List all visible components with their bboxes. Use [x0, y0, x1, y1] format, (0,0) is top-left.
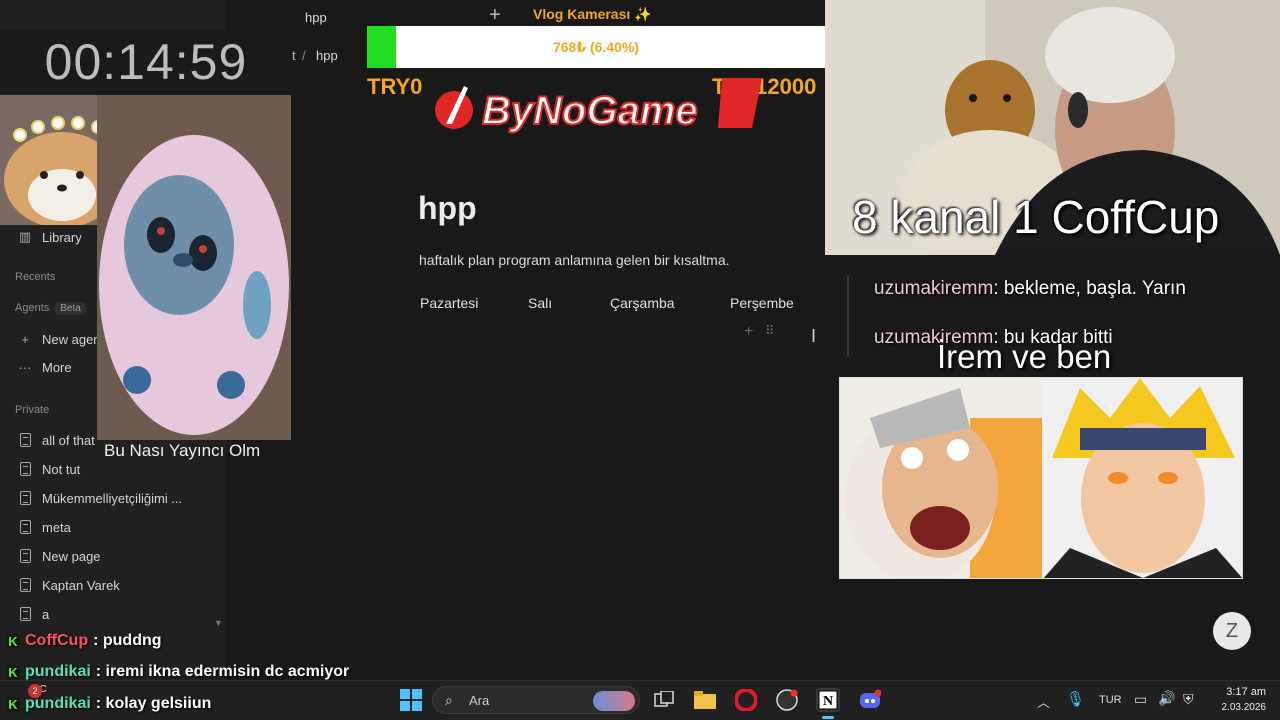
- page-icon: [18, 432, 32, 448]
- sidebar-item-label: More: [42, 359, 72, 375]
- scroll-down-icon[interactable]: ▼: [214, 618, 223, 628]
- sidebar-item-label: all of that: [42, 432, 95, 448]
- file-explorer-icon[interactable]: [693, 688, 717, 712]
- sidebar-item-label: meta: [42, 519, 71, 535]
- sidebar-page[interactable]: Mükemmelliyetçiliğimi ...: [18, 487, 218, 509]
- chat-username: uzumakiremm: [874, 278, 994, 299]
- brand-text: ByNoGame: [482, 89, 698, 133]
- chat-username: pundikai: [25, 695, 91, 712]
- page-icon: [18, 548, 32, 564]
- page-icon: [18, 490, 32, 506]
- kick-icon: K: [6, 665, 20, 680]
- add-block-icon[interactable]: +: [744, 323, 753, 341]
- task-view-icon[interactable]: [652, 688, 676, 712]
- chat-username: CoffCup: [25, 632, 89, 649]
- bynogame-logo: ByNoGame: [432, 72, 772, 142]
- notion-icon[interactable]: N: [816, 688, 840, 712]
- text-cursor-icon: I: [811, 326, 817, 346]
- chat-message: K pundikai : kolay gelsiiun: [6, 694, 211, 714]
- plus-icon: +: [21, 331, 29, 347]
- donation-amount: 768₺ (6.40%): [552, 39, 639, 55]
- sidebar-page[interactable]: a: [18, 603, 218, 625]
- stream-title-overlay: 8 kanal 1 CoffCup: [852, 191, 1220, 243]
- tray-chevron-up-icon[interactable]: ︿: [1037, 692, 1050, 711]
- display-icon[interactable]: ▭: [1134, 691, 1147, 708]
- new-tab-button[interactable]: +: [489, 4, 501, 27]
- column-wednesday[interactable]: Çarşamba: [610, 295, 675, 311]
- page-description[interactable]: haftalık plan program anlamına gelen bir…: [419, 252, 730, 268]
- donation-goal-title: Vlog Kamerası ✨: [533, 6, 652, 22]
- sidebar-page[interactable]: meta: [18, 516, 218, 538]
- sidebar-item-label: Library: [42, 229, 82, 245]
- column-thursday[interactable]: Perşembe: [730, 295, 794, 311]
- column-monday[interactable]: Pazartesi: [420, 295, 478, 311]
- anime-image: [839, 377, 1243, 579]
- sidebar-item-label: New agen: [42, 331, 101, 347]
- donation-min: TRY0: [367, 74, 423, 99]
- clock-date[interactable]: 2.03.2026: [1210, 702, 1267, 713]
- discord-icon[interactable]: [858, 688, 882, 712]
- breadcrumb-separator: /: [302, 48, 306, 63]
- language-indicator[interactable]: TUR: [1099, 694, 1122, 706]
- agents-heading: Agents Beta: [15, 302, 86, 315]
- page-icon: [18, 577, 32, 593]
- bot-avatar-icon[interactable]: Z: [1213, 612, 1251, 650]
- chat-message: K CoffCup : puddng: [6, 631, 162, 651]
- sidebar-page[interactable]: Kaptan Varek: [18, 574, 218, 596]
- opera-icon[interactable]: [734, 688, 758, 712]
- kick-icon: K: [6, 634, 20, 649]
- chat-username: pundikai: [25, 663, 91, 680]
- sidebar-item-label: Not tut: [42, 461, 81, 477]
- tab-hpp[interactable]: hpp: [305, 10, 327, 25]
- clock-time[interactable]: 3:17 am: [1214, 686, 1266, 698]
- speaker-icon[interactable]: 🔊: [1158, 690, 1175, 707]
- chat-text: : puddng: [93, 632, 162, 649]
- private-heading: Private: [15, 404, 50, 416]
- taskbar-search[interactable]: ⌕ Ara: [432, 686, 640, 714]
- search-highlight-icon: [593, 691, 635, 711]
- breadcrumb-current[interactable]: hpp: [316, 48, 338, 63]
- column-tuesday[interactable]: Salı: [528, 295, 552, 311]
- search-icon: ⌕: [445, 692, 453, 708]
- plush-caption: Bu Nası Yayıncı Olm: [104, 441, 261, 460]
- sidebar-item-label: New page: [42, 548, 101, 564]
- page-icon: [18, 461, 32, 477]
- library-icon: ▥: [18, 229, 32, 244]
- sidebar-item-label: Kaptan Varek: [42, 577, 120, 593]
- chat-text: : bekleme, başla. Yarın: [993, 278, 1186, 299]
- chat-text: : kolay gelsiiun: [95, 695, 212, 712]
- drag-handle-icon[interactable]: ⠿: [765, 323, 775, 339]
- sidebar-item-label: Mükemmelliyetçiliğimi ...: [42, 490, 183, 506]
- page-icon: [18, 606, 32, 622]
- more-icon: ···: [18, 359, 32, 375]
- stream-timer: 00:14:59: [0, 30, 292, 95]
- search-placeholder: Ara: [469, 693, 490, 708]
- microphone-icon[interactable]: 🎙: [1066, 690, 1085, 708]
- windows-start-icon[interactable]: [399, 688, 423, 712]
- recents-heading: Recents: [15, 271, 56, 283]
- active-app-indicator: [822, 716, 834, 719]
- svg-text:N: N: [823, 694, 833, 709]
- agents-label: Agents: [15, 302, 50, 314]
- chat-message: uzumakiremm: bekleme, başla. Yarın: [874, 278, 1186, 300]
- overlay-caption: İrem ve ben: [937, 338, 1112, 375]
- sidebar-page[interactable]: New page: [18, 545, 218, 567]
- kick-icon: K: [6, 697, 20, 712]
- page-icon: [18, 519, 32, 535]
- sidebar-item-label: a: [42, 606, 50, 622]
- chat-text: : iremi ikna edermisin dc acmiyor: [95, 663, 350, 680]
- plush-cam-2: [97, 95, 291, 440]
- chat-message: K pundikai : iremi ikna edermisin dc acm…: [6, 662, 349, 682]
- shield-icon[interactable]: ⛨: [1183, 691, 1194, 708]
- sidebar-page[interactable]: Not tut: [18, 458, 218, 480]
- obs-icon[interactable]: [775, 688, 799, 712]
- breadcrumb-partial[interactable]: t: [292, 48, 296, 63]
- beta-badge: Beta: [55, 302, 86, 315]
- page-title[interactable]: hpp: [418, 190, 477, 227]
